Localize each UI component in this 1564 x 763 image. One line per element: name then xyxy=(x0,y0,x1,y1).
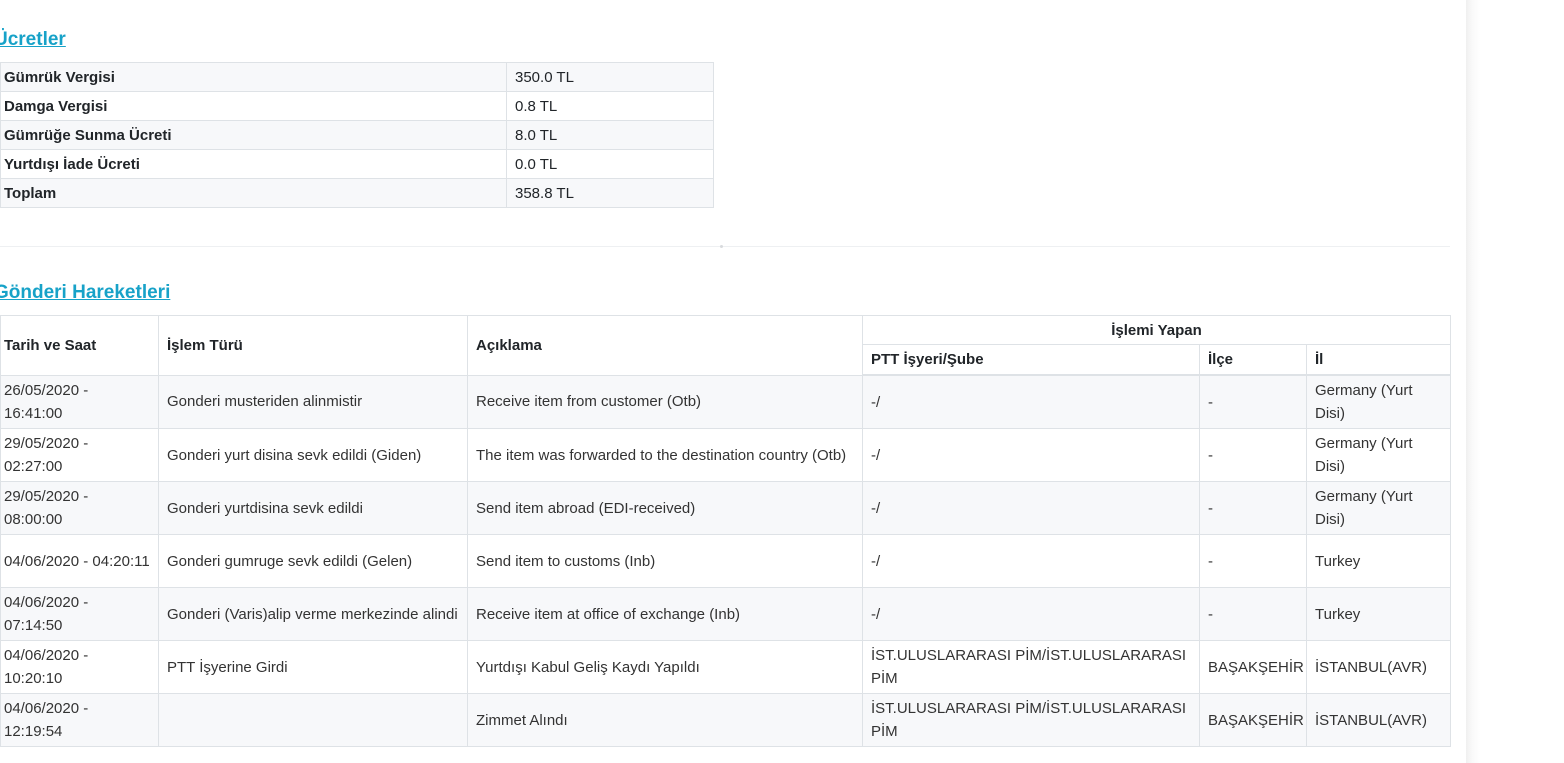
table-row: 04/06/2020 - 04:20:11 Gonderi gumruge se… xyxy=(0,534,1452,588)
row-district: - xyxy=(1199,534,1307,588)
row-city: Turkey xyxy=(1305,587,1452,641)
row-date: 04/06/2020 - 12:19:54 xyxy=(0,693,159,747)
moves-table: Tarih ve Saat İşlem Türü Açıklama İşlemi… xyxy=(0,315,1452,747)
row-office: İST.ULUSLARARASI PİM/İST.ULUSLARARASI Pİ… xyxy=(862,640,1200,694)
header-district: İlçe xyxy=(1199,344,1307,376)
table-row: 26/05/2020 - 16:41:00 Gonderi musteriden… xyxy=(0,374,1452,429)
table-row: 04/06/2020 - 10:20:10 PTT İşyerine Girdi… xyxy=(0,640,1452,694)
header-performer: İşlemi Yapan xyxy=(861,315,1452,345)
row-city: Germany (Yurt Disi) xyxy=(1305,481,1452,535)
fees-table: Gümrük Vergisi 350.0 TL Damga Vergisi 0.… xyxy=(0,62,714,208)
fees-section-title[interactable]: Ücretler xyxy=(0,29,66,51)
table-row: 29/05/2020 - 02:27:00 Gonderi yurt disin… xyxy=(0,428,1452,482)
row-desc: The item was forwarded to the destinatio… xyxy=(467,428,863,482)
row-type: Gonderi yurtdisina sevk edildi xyxy=(158,481,468,535)
row-district: BAŞAKŞEHİR xyxy=(1199,693,1307,747)
fee-label: Gümrük Vergisi xyxy=(0,62,507,92)
section-divider xyxy=(0,246,1450,247)
fee-row-total: Toplam 358.8 TL xyxy=(0,178,714,208)
row-city: İSTANBUL(AVR) xyxy=(1305,640,1452,694)
fee-row-return-fee: Yurtdışı İade Ücreti 0.0 TL xyxy=(0,149,714,179)
row-type: Gonderi gumruge sevk edildi (Gelen) xyxy=(158,534,468,588)
row-date: 29/05/2020 - 02:27:00 xyxy=(0,428,159,482)
row-desc: Receive item from customer (Otb) xyxy=(467,374,863,429)
divider-dot xyxy=(720,245,723,248)
header-city: İl xyxy=(1305,344,1452,376)
table-row: 04/06/2020 - 07:14:50 Gonderi (Varis)ali… xyxy=(0,587,1452,641)
row-office: -/ xyxy=(862,428,1200,482)
content-panel: Ücretler Gümrük Vergisi 350.0 TL Damga V… xyxy=(0,0,1466,763)
fee-label: Damga Vergisi xyxy=(0,91,507,121)
row-type: Gonderi musteriden alinmistir xyxy=(158,374,468,429)
row-date: 29/05/2020 - 08:00:00 xyxy=(0,481,159,535)
fee-row-customs-submission: Gümrüğe Sunma Ücreti 8.0 TL xyxy=(0,120,714,150)
row-city: Germany (Yurt Disi) xyxy=(1305,428,1452,482)
table-row: 04/06/2020 - 12:19:54 Zimmet Alındı İST.… xyxy=(0,693,1452,747)
moves-section-title[interactable]: Gönderi Hareketleri xyxy=(0,282,170,304)
row-desc: Zimmet Alındı xyxy=(467,693,863,747)
fee-label: Yurtdışı İade Ücreti xyxy=(0,149,507,179)
row-date: 26/05/2020 - 16:41:00 xyxy=(0,374,159,429)
row-desc: Receive item at office of exchange (Inb) xyxy=(467,587,863,641)
row-desc: Yurtdışı Kabul Geliş Kaydı Yapıldı xyxy=(467,640,863,694)
row-desc: Send item to customs (Inb) xyxy=(467,534,863,588)
row-desc: Send item abroad (EDI-received) xyxy=(467,481,863,535)
fee-value: 8.0 TL xyxy=(506,120,714,150)
fee-value: 0.8 TL xyxy=(506,91,714,121)
row-date: 04/06/2020 - 04:20:11 xyxy=(0,534,159,588)
right-gutter xyxy=(1466,0,1564,763)
row-city: İSTANBUL(AVR) xyxy=(1305,693,1452,747)
row-date: 04/06/2020 - 10:20:10 xyxy=(0,640,159,694)
fee-label: Toplam xyxy=(0,178,507,208)
header-office: PTT İşyeri/Şube xyxy=(862,344,1200,376)
row-office: -/ xyxy=(862,374,1200,429)
row-date: 04/06/2020 - 07:14:50 xyxy=(0,587,159,641)
fee-value: 350.0 TL xyxy=(506,62,714,92)
fee-row-customs-tax: Gümrük Vergisi 350.0 TL xyxy=(0,62,714,92)
row-type: Gonderi (Varis)alip verme merkezinde ali… xyxy=(158,587,468,641)
row-district: - xyxy=(1199,428,1307,482)
fee-value: 358.8 TL xyxy=(506,178,714,208)
row-district: - xyxy=(1199,587,1307,641)
header-type: İşlem Türü xyxy=(158,315,468,376)
row-district: BAŞAKŞEHİR xyxy=(1199,640,1307,694)
row-type: Gonderi yurt disina sevk edildi (Giden) xyxy=(158,428,468,482)
row-district: - xyxy=(1199,374,1307,429)
moves-header-row: Tarih ve Saat İşlem Türü Açıklama İşlemi… xyxy=(0,315,1452,376)
row-office: İST.ULUSLARARASI PİM/İST.ULUSLARARASI Pİ… xyxy=(862,693,1200,747)
fee-label: Gümrüğe Sunma Ücreti xyxy=(0,120,507,150)
row-district: - xyxy=(1199,481,1307,535)
header-desc: Açıklama xyxy=(467,315,863,376)
table-row: 29/05/2020 - 08:00:00 Gonderi yurtdisina… xyxy=(0,481,1452,535)
row-city: Turkey xyxy=(1305,534,1452,588)
row-type xyxy=(158,693,468,747)
fee-row-stamp-tax: Damga Vergisi 0.8 TL xyxy=(0,91,714,121)
header-date: Tarih ve Saat xyxy=(0,315,159,376)
fee-value: 0.0 TL xyxy=(506,149,714,179)
row-office: -/ xyxy=(862,481,1200,535)
row-type: PTT İşyerine Girdi xyxy=(158,640,468,694)
row-office: -/ xyxy=(862,587,1200,641)
row-office: -/ xyxy=(862,534,1200,588)
row-city: Germany (Yurt Disi) xyxy=(1305,374,1452,429)
